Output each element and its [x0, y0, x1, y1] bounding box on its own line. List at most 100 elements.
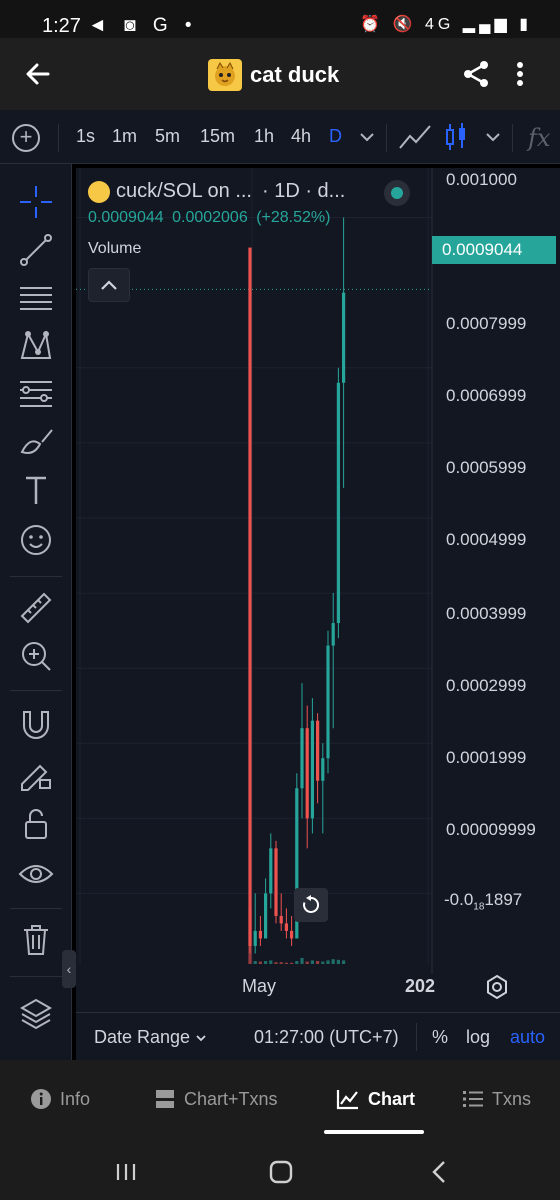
- line-chart-icon[interactable]: [398, 122, 432, 152]
- chevron-up-icon: [101, 280, 117, 290]
- price-min-suffix: 1897: [484, 890, 523, 909]
- add-symbol-icon[interactable]: +: [12, 124, 40, 152]
- chevron-down-icon: [196, 1035, 206, 1042]
- volume-bar: [300, 958, 304, 964]
- volume-bar: [342, 960, 346, 964]
- log-scale-toggle[interactable]: log: [466, 1027, 490, 1048]
- price-axis-label: 0.0007999: [446, 314, 527, 333]
- emoji-icon[interactable]: [16, 520, 56, 560]
- volume-bar: [274, 962, 278, 964]
- price-axis-label: 0.0001999: [446, 748, 527, 767]
- legend-interval[interactable]: · 1D · d...: [262, 180, 345, 203]
- date-range-button[interactable]: Date Range: [94, 1027, 207, 1048]
- unlock-icon[interactable]: [16, 804, 56, 844]
- legend-change-value: 0.0002006: [172, 209, 248, 226]
- layers-icon[interactable]: [16, 994, 56, 1034]
- magnet-icon[interactable]: [16, 704, 56, 744]
- date-range-label: Date Range: [94, 1027, 191, 1047]
- volume-bar: [279, 962, 283, 964]
- candle-body: [305, 728, 309, 819]
- chart-footer: Date Range 01:27:00 (UTC+7) % log auto: [76, 1012, 560, 1060]
- candles-icon[interactable]: [444, 122, 468, 152]
- indicators-icon[interactable]: fx: [528, 124, 550, 152]
- tab-txns[interactable]: Txns: [462, 1084, 531, 1114]
- candle-body: [336, 382, 340, 624]
- volume-bar: [321, 961, 325, 964]
- chart-legend: cuck/SOL on ... · 1D · d... 0.0009044 0.…: [88, 180, 410, 227]
- tab-info[interactable]: Info: [30, 1084, 90, 1114]
- volume-bar: [331, 959, 335, 964]
- timeframe-5m[interactable]: 5m: [155, 126, 180, 147]
- eye-icon[interactable]: [16, 854, 56, 894]
- status-app-icons: ◄ ◙ G •: [88, 15, 198, 36]
- volume-bar: [253, 961, 257, 964]
- trash-icon[interactable]: [16, 920, 56, 960]
- timeframe-4h[interactable]: 4h: [291, 126, 311, 147]
- ruler-icon[interactable]: [16, 588, 56, 628]
- chart-pane[interactable]: cuck/SOL on ... · 1D · d... 0.0009044 0.…: [76, 168, 560, 1060]
- recents-icon[interactable]: [110, 1156, 142, 1188]
- brush-icon[interactable]: [16, 422, 56, 462]
- candlestick-chart[interactable]: [76, 168, 560, 1012]
- lock-draw-icon[interactable]: [16, 754, 56, 794]
- tab-chart-txns[interactable]: Chart+Txns: [154, 1084, 278, 1114]
- pattern-icon[interactable]: [16, 326, 56, 366]
- timeframe-1m[interactable]: 1m: [112, 126, 137, 147]
- price-axis-label: 0.001000: [446, 170, 517, 189]
- text-icon[interactable]: [16, 470, 56, 510]
- toolbar-divider: [386, 124, 387, 152]
- tool-divider: [10, 908, 62, 909]
- back-arrow-icon[interactable]: [22, 58, 54, 90]
- chevron-down-icon[interactable]: [484, 128, 502, 146]
- header-title-group: cat duck: [208, 58, 339, 92]
- status-time: 1:27: [42, 15, 81, 37]
- zoom-in-icon[interactable]: [16, 636, 56, 676]
- price-min-prefix: -0.0: [444, 890, 474, 909]
- volume-bar: [248, 910, 252, 964]
- chevron-down-icon[interactable]: [358, 128, 376, 146]
- horizontal-lines-icon[interactable]: [16, 278, 56, 318]
- percent-scale-toggle[interactable]: %: [432, 1027, 448, 1048]
- page-title: cat duck: [250, 62, 340, 87]
- time-axis-label-may: May: [242, 976, 277, 996]
- price-min-subscript: 18: [473, 901, 485, 913]
- home-icon[interactable]: [265, 1156, 297, 1188]
- timeframe-15m[interactable]: 15m: [200, 126, 235, 147]
- settings-icon[interactable]: [484, 974, 510, 1000]
- legend-symbol[interactable]: cuck/SOL on ...: [116, 180, 252, 203]
- auto-scale-toggle[interactable]: auto: [510, 1027, 545, 1048]
- collapse-legend-button[interactable]: [88, 268, 130, 302]
- price-axis-label: 0.0004999: [446, 530, 527, 549]
- volume-bar: [258, 961, 262, 964]
- timeframe-1h[interactable]: 1h: [254, 126, 274, 147]
- fib-icon[interactable]: [16, 374, 56, 414]
- collapse-toolbar-handle[interactable]: ‹: [62, 950, 76, 988]
- price-axis-label: 0.0005999: [446, 458, 527, 477]
- crosshair-icon[interactable]: [16, 182, 56, 222]
- trend-line-icon[interactable]: [16, 230, 56, 270]
- volume-bar: [284, 962, 288, 964]
- more-vertical-icon[interactable]: [508, 58, 532, 90]
- back-icon[interactable]: [424, 1156, 456, 1188]
- current-price-tag: 0.0009044: [432, 236, 556, 264]
- price-axis-label: 0.0006999: [446, 386, 527, 405]
- app-tab-bar: Info Chart+Txns Chart Txns: [0, 1060, 560, 1144]
- reset-icon: [303, 895, 320, 913]
- chart-icon: [336, 1090, 358, 1110]
- list-icon: [463, 1091, 483, 1107]
- reset-chart-button[interactable]: [294, 888, 328, 922]
- volume-label[interactable]: Volume: [88, 240, 141, 258]
- timeframe-d[interactable]: D: [329, 126, 342, 147]
- volume-bar: [264, 961, 268, 964]
- candle-body: [310, 720, 314, 819]
- market-status-indicator[interactable]: [384, 180, 410, 206]
- timezone-clock[interactable]: 01:27:00 (UTC+7): [254, 1027, 399, 1048]
- toolbar-divider: [58, 124, 59, 152]
- tool-divider: [10, 576, 62, 577]
- tab-chart[interactable]: Chart: [336, 1084, 415, 1114]
- volume-bar: [295, 961, 299, 964]
- active-tab-indicator: [324, 1130, 424, 1134]
- drawing-toolbar: [0, 164, 72, 1060]
- timeframe-1s[interactable]: 1s: [76, 126, 95, 147]
- share-icon[interactable]: [460, 58, 492, 90]
